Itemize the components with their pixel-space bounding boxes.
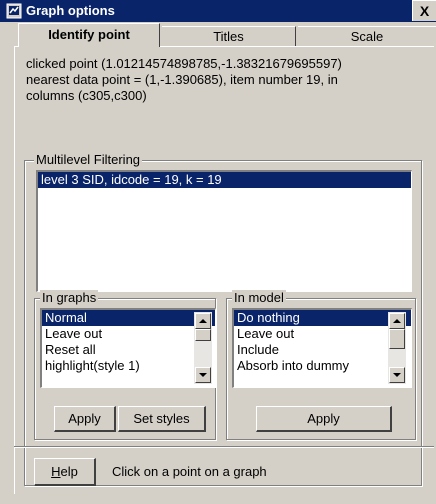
list-item[interactable]: Leave out (42, 326, 215, 342)
help-label-rest: elp (60, 464, 78, 479)
help-mnemonic: H (51, 464, 61, 479)
arrow-down-icon (199, 373, 207, 377)
in-model-scrollbar[interactable] (388, 312, 406, 384)
in-graphs-listbox[interactable]: Normal Leave out Reset all highlight(sty… (40, 308, 216, 388)
in-model-listbox[interactable]: Do nothing Leave out Include Absorb into… (232, 308, 412, 388)
help-button[interactable]: Help (34, 458, 96, 486)
multilevel-filtering-legend: Multilevel Filtering (34, 152, 143, 167)
list-item[interactable]: Reset all (42, 342, 215, 358)
in-graphs-scrollbar[interactable] (194, 312, 212, 384)
scroll-down-button[interactable] (389, 367, 405, 383)
in-graphs-legend: In graphs (40, 290, 99, 305)
list-item[interactable]: Normal (42, 310, 215, 326)
graph-app-icon (6, 3, 22, 19)
nearest-point-text: nearest data point = (1,-1.390685), item… (26, 72, 338, 87)
in-model-apply-button[interactable]: Apply (256, 406, 392, 432)
scroll-up-button[interactable] (195, 313, 211, 329)
footer-divider (14, 446, 434, 448)
list-item[interactable]: Do nothing (234, 310, 411, 326)
hint-text: Click on a point on a graph (112, 464, 267, 479)
columns-text: columns (c305,c300) (26, 88, 147, 103)
close-button[interactable]: X (412, 0, 436, 21)
tab-identify-point[interactable]: Identify point (18, 23, 160, 47)
window-title: Graph options (26, 3, 115, 18)
scroll-thumb[interactable] (195, 329, 211, 341)
list-item[interactable]: Leave out (234, 326, 411, 342)
in-graphs-apply-button[interactable]: Apply (54, 406, 116, 432)
list-item[interactable]: Absorb into dummy (234, 358, 411, 374)
set-styles-button[interactable]: Set styles (118, 406, 206, 432)
multilevel-listbox[interactable]: level 3 SID, idcode = 19, k = 19 (36, 170, 412, 292)
clicked-point-text: clicked point (1.01214574898785,-1.38321… (26, 56, 342, 71)
scroll-thumb[interactable] (389, 329, 405, 349)
list-item[interactable]: Include (234, 342, 411, 358)
title-bar[interactable]: Graph options X (0, 0, 436, 22)
in-model-legend: In model (232, 290, 286, 305)
tab-scale[interactable]: Scale (298, 26, 436, 46)
tab-titles[interactable]: Titles (162, 26, 296, 46)
scroll-down-button[interactable] (195, 367, 211, 383)
list-item[interactable]: highlight(style 1) (42, 358, 215, 374)
arrow-up-icon (393, 319, 401, 323)
scroll-up-button[interactable] (389, 313, 405, 329)
arrow-down-icon (393, 373, 401, 377)
list-item[interactable]: level 3 SID, idcode = 19, k = 19 (38, 172, 411, 188)
arrow-up-icon (199, 319, 207, 323)
